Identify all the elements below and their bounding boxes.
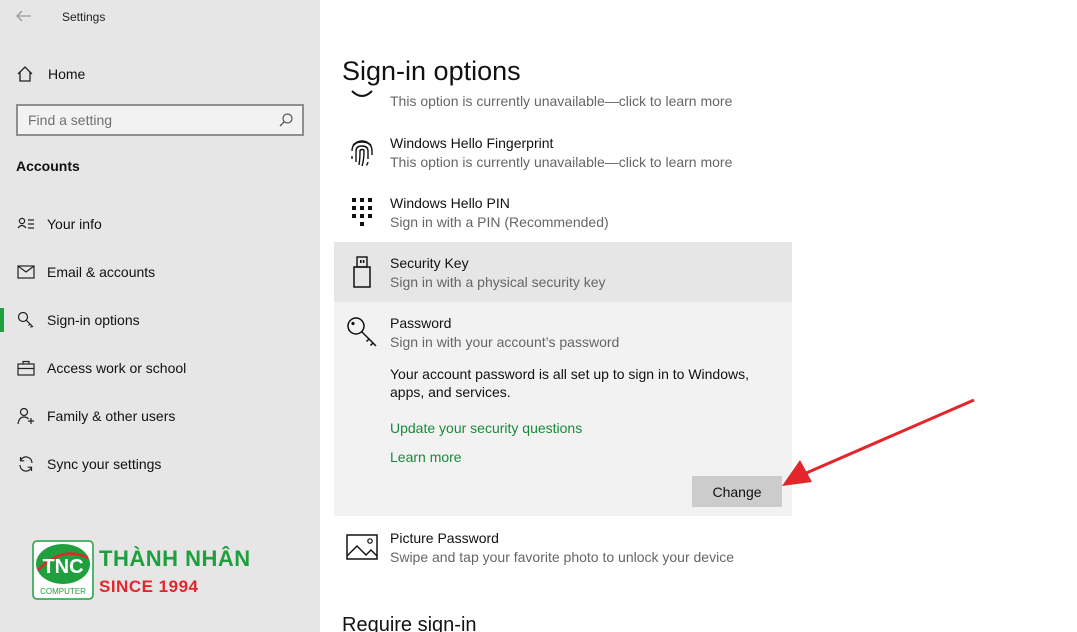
person-add-icon [16,406,36,426]
sidebar-item-sync-settings[interactable]: Sync your settings [0,440,320,488]
update-security-questions-link[interactable]: Update your security questions [390,420,582,436]
sidebar-item-label: Access work or school [47,360,187,376]
sidebar-item-label: Sync your settings [47,456,162,472]
option-subtitle: Sign in with a physical security key [390,274,606,290]
settings-window: Settings Home Accounts Your info Email & [0,0,1077,632]
tnc-logo: TNC COMPUTER THÀNH NHÂN SINCE 1994 [32,540,252,602]
option-title: Security Key [390,255,469,271]
search-icon[interactable] [278,112,294,128]
usb-key-icon [346,256,378,288]
password-description: Your account password is all set up to s… [390,366,750,400]
logo-badge-text: TNC [42,556,83,578]
mail-icon [16,262,36,282]
key-icon [16,310,36,330]
fingerprint-icon [346,136,378,168]
search-input[interactable] [28,112,268,128]
sidebar-item-access-work[interactable]: Access work or school [0,344,320,392]
logo-badge-subtext: COMPUTER [40,587,86,596]
search-box[interactable] [16,104,304,136]
sidebar-item-email-accounts[interactable]: Email & accounts [0,248,320,296]
annotation-arrow-icon [782,398,975,486]
sidebar: Settings Home Accounts Your info Email & [0,0,320,632]
sidebar-item-label: Sign-in options [47,312,140,328]
main-content: Sign-in options This option is currently… [320,0,1077,632]
option-picture-password[interactable]: Picture Password Swipe and tap your favo… [334,517,792,577]
option-title: Password [390,315,452,331]
option-security-key[interactable]: Security Key Sign in with a physical sec… [334,242,792,302]
home-nav-item[interactable]: Home [16,62,85,86]
sidebar-item-family-users[interactable]: Family & other users [0,392,320,440]
option-subtitle: Sign in with your account’s password [390,334,620,350]
option-subtitle: Sign in with a PIN (Recommended) [390,214,609,230]
require-signin-heading: Require sign-in [342,614,477,632]
option-windows-hello-pin[interactable]: Windows Hello PIN Sign in with a PIN (Re… [334,182,792,242]
face-icon [346,78,378,110]
home-icon [17,66,33,82]
option-title: Windows Hello PIN [390,195,510,211]
app-title: Settings [62,10,106,24]
back-arrow-icon [16,10,31,22]
option-title: Windows Hello Fingerprint [390,135,554,151]
learn-more-link[interactable]: Learn more [390,449,462,465]
title-bar: Settings [0,0,320,34]
option-subtitle: Swipe and tap your favorite photo to unl… [390,549,734,565]
back-button[interactable] [12,6,36,26]
home-label: Home [48,66,86,82]
logo-name: THÀNH NHÂN [99,546,251,571]
option-subtitle: This option is currently unavailable—cli… [390,154,733,170]
option-title: Picture Password [390,530,499,546]
option-subtitle: This option is currently unavailable—cli… [390,93,733,109]
sidebar-item-your-info[interactable]: Your info [0,200,320,248]
option-password-expanded[interactable]: Password Sign in with your account’s pas… [334,302,792,516]
option-windows-hello-face[interactable]: This option is currently unavailable—cli… [334,78,792,122]
sidebar-item-label: Family & other users [47,408,176,424]
sidebar-item-label: Your info [47,216,102,232]
tnc-logo-badge: TNC COMPUTER [32,540,94,600]
sidebar-nav: Your info Email & accounts Sign-in optio… [0,200,320,488]
option-windows-hello-fingerprint[interactable]: Windows Hello Fingerprint This option is… [334,122,792,182]
sidebar-item-sign-in-options[interactable]: Sign-in options [0,296,320,344]
briefcase-icon [16,358,36,378]
logo-since: SINCE 1994 [99,577,199,596]
section-heading: Accounts [16,158,80,174]
sync-icon [16,454,36,474]
key-icon [346,316,378,348]
picture-icon [346,531,378,563]
pin-keypad-icon [346,196,378,228]
contact-card-icon [16,214,36,234]
sidebar-item-label: Email & accounts [47,264,156,280]
